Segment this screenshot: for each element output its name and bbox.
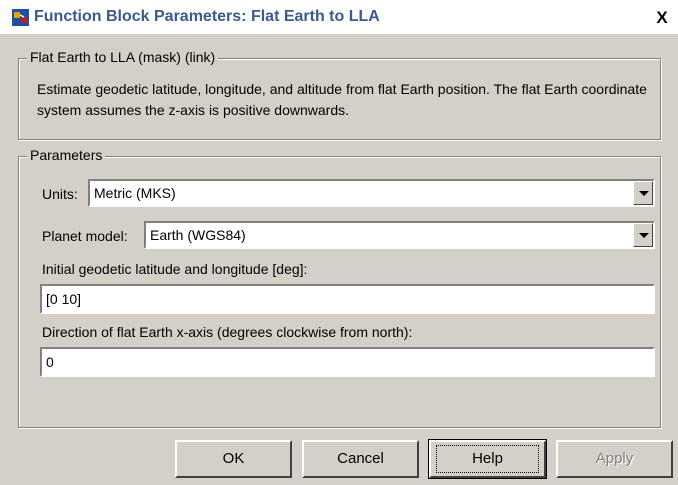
planet-model-dropdown[interactable]: Earth (WGS84) xyxy=(144,221,655,249)
direction-label: Direction of flat Earth x-axis (degrees … xyxy=(42,324,413,340)
chevron-down-icon[interactable] xyxy=(633,181,653,205)
title-bar[interactable]: Function Block Parameters: Flat Earth to… xyxy=(0,0,678,34)
simulink-block-icon xyxy=(12,9,29,26)
latlon-input[interactable]: [0 10] xyxy=(40,284,655,314)
units-value: Metric (MKS) xyxy=(94,185,176,201)
apply-button[interactable]: Apply xyxy=(556,440,673,478)
mask-group-legend: Flat Earth to LLA (mask) (link) xyxy=(27,49,219,65)
window-title: Function Block Parameters: Flat Earth to… xyxy=(34,8,380,25)
direction-input[interactable]: 0 xyxy=(40,347,655,377)
mask-description-text: Estimate geodetic latitude, longitude, a… xyxy=(37,81,647,118)
planet-model-label: Planet model: xyxy=(42,228,128,244)
units-label: Units: xyxy=(42,186,78,202)
dialog-window: Function Block Parameters: Flat Earth to… xyxy=(0,0,678,485)
units-dropdown[interactable]: Metric (MKS) xyxy=(88,179,655,207)
ok-button-label: OK xyxy=(222,450,245,467)
apply-button-label: Apply xyxy=(595,450,634,467)
parameters-group-legend: Parameters xyxy=(27,147,106,163)
cancel-button-label: Cancel xyxy=(337,450,384,467)
mask-description-group: Flat Earth to LLA (mask) (link) Estimate… xyxy=(18,49,661,140)
latlon-label: Initial geodetic latitude and longitude … xyxy=(42,261,308,277)
chevron-down-icon[interactable] xyxy=(633,223,653,247)
ok-button[interactable]: OK xyxy=(175,440,292,478)
planet-model-value: Earth (WGS84) xyxy=(150,227,246,243)
close-icon[interactable]: X xyxy=(651,8,673,28)
cancel-button[interactable]: Cancel xyxy=(302,440,419,478)
help-button-label: Help xyxy=(436,445,539,473)
help-button[interactable]: Help xyxy=(428,439,547,479)
